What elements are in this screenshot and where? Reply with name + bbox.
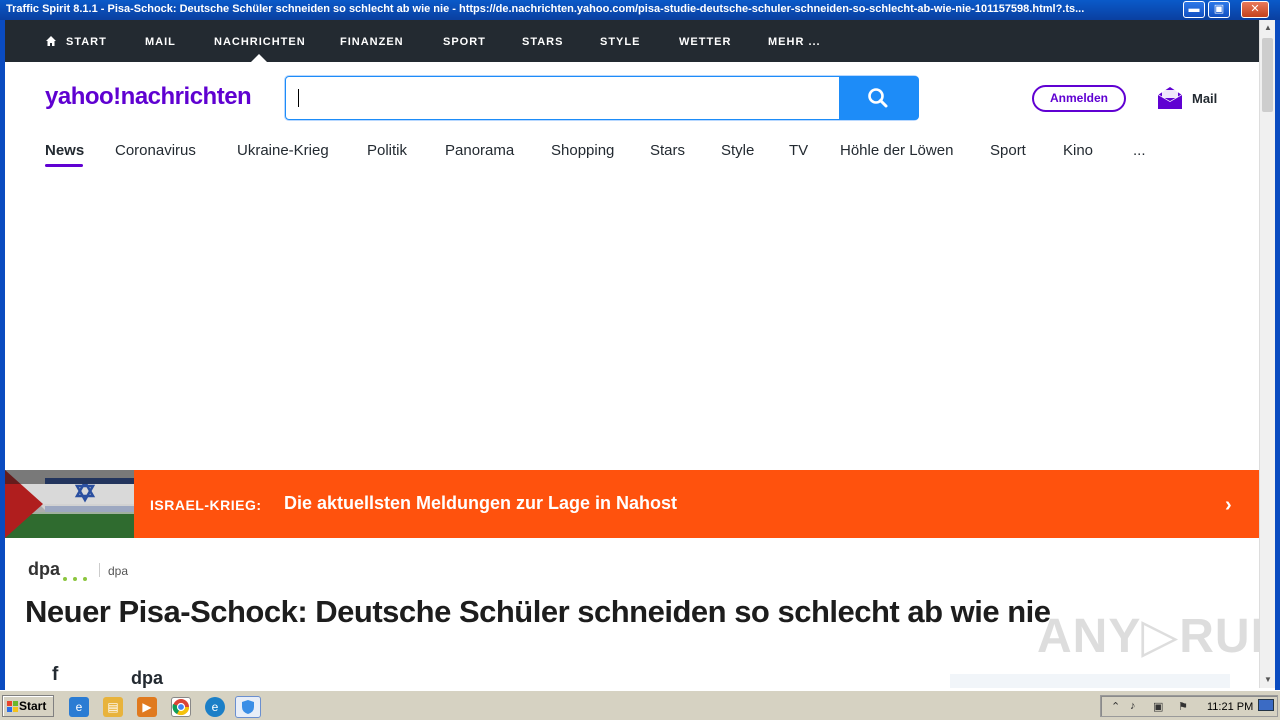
subnav-shopping[interactable]: Shopping [551, 142, 614, 159]
windows-logo-icon [7, 701, 18, 712]
chrome-icon[interactable] [171, 697, 191, 717]
window-titlebar: Traffic Spirit 8.1.1 - Pisa-Schock: Deut… [0, 0, 1280, 20]
volume-icon[interactable]: ♪ [1130, 700, 1136, 712]
provider-name[interactable]: dpa [108, 564, 128, 578]
topnav-wetter[interactable]: WETTER [679, 36, 731, 48]
topnav-style[interactable]: STYLE [600, 36, 640, 48]
topnav-sport[interactable]: SPORT [443, 36, 486, 48]
edge-icon[interactable]: e [205, 697, 225, 717]
scrollbar-thumb[interactable] [1262, 38, 1273, 112]
signin-button[interactable]: Anmelden [1032, 85, 1126, 112]
browser-viewport: START MAIL NACHRICHTEN FINANZEN SPORT ST… [5, 20, 1259, 688]
topnav-finanzen[interactable]: FINANZEN [340, 36, 404, 48]
search-box [285, 76, 919, 120]
ie-icon[interactable]: e [69, 697, 89, 717]
subnav-panorama[interactable]: Panorama [445, 142, 514, 159]
mail-link[interactable]: Mail [1192, 91, 1217, 106]
network-icon[interactable]: ▣ [1153, 700, 1163, 713]
topnav-mail[interactable]: MAIL [145, 36, 176, 48]
chevron-right-icon[interactable]: › [1225, 494, 1232, 517]
anyrun-watermark: ANY▷RUN [1037, 610, 1259, 663]
show-desktop-icon[interactable] [1258, 699, 1274, 711]
scroll-up-icon[interactable]: ▲ [1260, 20, 1276, 36]
subnav-hoehle-der-loewen[interactable]: Höhle der Löwen [840, 142, 953, 159]
active-nav-caret [251, 54, 267, 62]
subnav-more[interactable]: ... [1133, 142, 1146, 159]
vertical-scrollbar[interactable]: ▲ ▼ [1259, 20, 1275, 688]
clock: 11:21 PM [1207, 701, 1254, 713]
subnav-ukraine-krieg[interactable]: Ukraine-Krieg [237, 142, 329, 159]
topnav-start[interactable]: START [66, 36, 107, 48]
start-label: Start [19, 699, 47, 713]
close-button[interactable]: ✕ [1241, 1, 1269, 18]
minimize-button[interactable]: ▬ [1183, 1, 1205, 18]
subnav-tv[interactable]: TV [789, 142, 808, 159]
article-title: Neuer Pisa-Schock: Deutsche Schüler schn… [25, 594, 1051, 629]
subnav-kino[interactable]: Kino [1063, 142, 1093, 159]
shield-app-icon[interactable] [235, 696, 261, 718]
active-tab-underline [45, 164, 83, 167]
home-icon [46, 36, 56, 46]
breaking-news-banner[interactable]: ISRAEL-KRIEG: Die aktuellsten Meldungen … [5, 470, 1259, 538]
media-player-icon[interactable]: ▶ [137, 697, 157, 717]
subnav-style[interactable]: Style [721, 142, 754, 159]
subnav-news[interactable]: News [45, 142, 84, 159]
maximize-button[interactable]: ▣ [1208, 1, 1230, 18]
window-frame-right [1275, 20, 1280, 690]
facebook-icon[interactable]: f [52, 664, 58, 686]
subnav-politik[interactable]: Politik [367, 142, 407, 159]
topnav-nachrichten[interactable]: NACHRICHTEN [214, 36, 306, 48]
search-input[interactable] [296, 85, 826, 111]
search-button[interactable] [839, 76, 919, 120]
subnav-sport[interactable]: Sport [990, 142, 1026, 159]
start-button[interactable]: Start [2, 695, 54, 717]
tray-expand-icon[interactable]: ⌃ [1111, 700, 1120, 713]
taskbar: Start e ▤ ▶ e ⌃ ♪ ▣ ⚑ 11:21 PM [0, 690, 1280, 720]
topnav-stars[interactable]: STARS [522, 36, 563, 48]
banner-tag: ISRAEL-KRIEG: [150, 497, 262, 513]
article-author: dpa [131, 668, 164, 688]
scroll-down-icon[interactable]: ▼ [1260, 672, 1276, 688]
banner-headline[interactable]: Die aktuellsten Meldungen zur Lage in Na… [284, 493, 677, 514]
window-title: Traffic Spirit 8.1.1 - Pisa-Schock: Deut… [6, 3, 1085, 15]
provider-logo-dots [63, 568, 93, 586]
provider-divider [99, 563, 100, 577]
subnav-stars[interactable]: Stars [650, 142, 685, 159]
text-cursor [298, 89, 299, 107]
explorer-icon[interactable]: ▤ [103, 697, 123, 717]
yahoo-nachrichten-logo[interactable]: yahoo!nachrichten [45, 83, 252, 111]
topnav-mehr[interactable]: MEHR ... [768, 36, 821, 48]
subnav-coronavirus[interactable]: Coronavirus [115, 142, 196, 159]
mail-icon[interactable] [1157, 86, 1183, 110]
flag-icon[interactable]: ⚑ [1178, 700, 1188, 713]
sidebar-panel [950, 674, 1230, 688]
israel-palestine-flag-image [5, 470, 134, 538]
top-navigation: START MAIL NACHRICHTEN FINANZEN SPORT ST… [5, 20, 1259, 62]
dpa-logo: dpa [28, 559, 61, 579]
search-icon [868, 88, 888, 108]
